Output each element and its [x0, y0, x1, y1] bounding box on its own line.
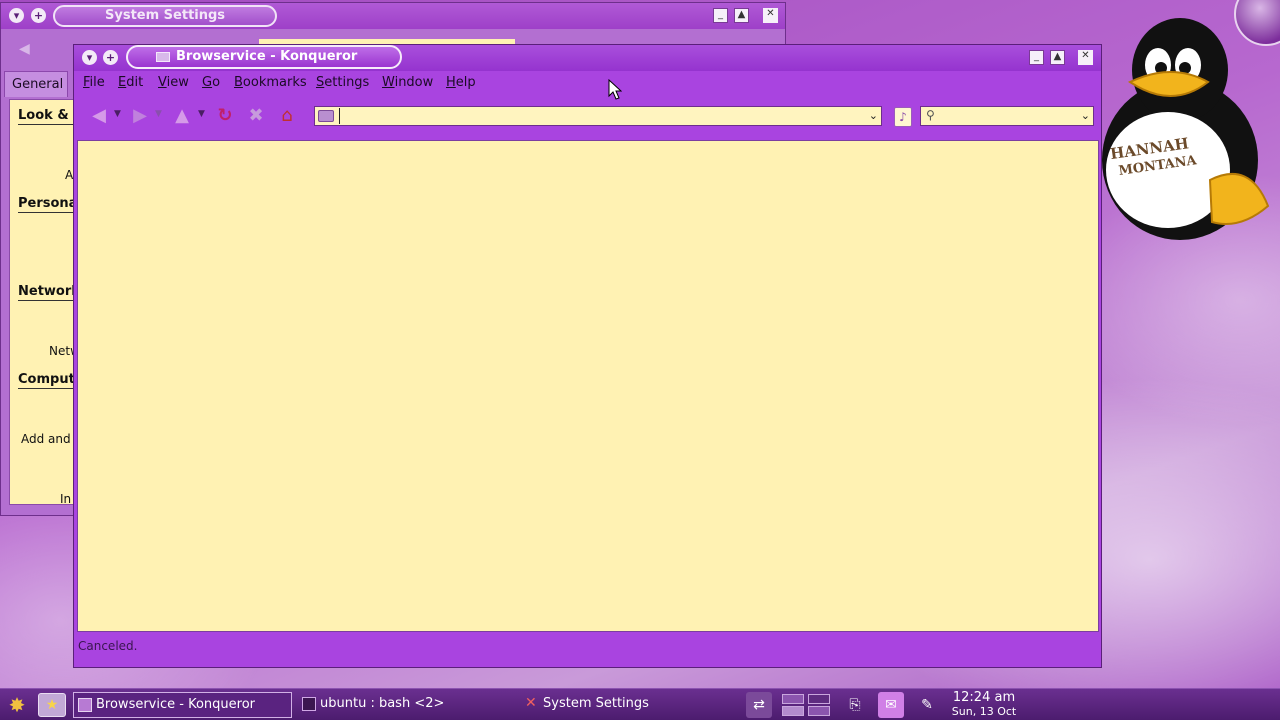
- menu-bar: File Edit View Go Bookmarks Settings Win…: [74, 71, 1101, 95]
- network-tray-icon[interactable]: ⇄: [746, 692, 772, 718]
- search-engine-chevron-icon[interactable]: ⌄: [1081, 109, 1090, 122]
- settings-item[interactable]: A: [65, 168, 73, 182]
- up-history-chevron-icon[interactable]: ▼: [198, 109, 205, 119]
- menu-file[interactable]: File: [83, 75, 105, 90]
- close-icon[interactable]: ✕: [1078, 50, 1093, 65]
- minimize-icon[interactable]: _: [1029, 50, 1044, 65]
- location-bar[interactable]: ⌄: [314, 106, 882, 126]
- sticky-icon[interactable]: +: [31, 8, 46, 23]
- close-icon[interactable]: ✕: [763, 8, 778, 23]
- file-manager-icon[interactable]: ★: [38, 693, 66, 717]
- mouse-cursor-icon: [608, 79, 622, 100]
- konqueror-title-pill: Browservice - Konqueror: [126, 45, 402, 69]
- settings-item[interactable]: Add and: [21, 432, 71, 446]
- clipboard-icon[interactable]: ⎘: [842, 692, 868, 718]
- settings-tools-icon: ✕: [525, 695, 537, 711]
- clock-time: 12:24 am: [952, 690, 1016, 705]
- settings-item[interactable]: In: [60, 492, 71, 504]
- location-input[interactable]: [339, 108, 859, 124]
- task-label: ubuntu : bash <2>: [320, 696, 445, 711]
- section-look-and-feel: Look & Feel: [18, 108, 74, 125]
- section-network: Network: [18, 284, 74, 301]
- system-settings-title: System Settings: [53, 5, 277, 27]
- konqueror-window[interactable]: ▾ + Browservice - Konqueror _ ▲ ✕ File E…: [73, 44, 1102, 668]
- desktop-pager[interactable]: [780, 692, 836, 718]
- back-arrow-icon[interactable]: ◀: [88, 105, 110, 127]
- back-arrow-icon[interactable]: ◀: [19, 41, 30, 57]
- location-type-icon: [318, 110, 334, 122]
- home-icon[interactable]: ⌂: [276, 105, 298, 127]
- task-terminal[interactable]: ubuntu : bash <2>: [298, 692, 508, 718]
- maximize-icon[interactable]: ▲: [734, 8, 749, 23]
- konqueror-title: Browservice - Konqueror: [176, 49, 358, 64]
- konqueror-titlebar[interactable]: ▾ + Browservice - Konqueror _ ▲ ✕: [74, 45, 1101, 71]
- menu-window[interactable]: Window: [382, 75, 433, 90]
- forward-history-chevron-icon[interactable]: ▼: [155, 109, 162, 119]
- menu-settings[interactable]: Settings: [316, 75, 369, 90]
- update-notifier-icon[interactable]: ✉: [878, 692, 904, 718]
- task-system-settings[interactable]: ✕ System Settings: [521, 692, 731, 718]
- location-dropdown-chevron-icon[interactable]: ⌄: [869, 109, 878, 122]
- minimize-icon[interactable]: _: [713, 8, 728, 23]
- reload-icon[interactable]: ↻: [214, 105, 236, 127]
- stop-icon[interactable]: ✖: [245, 105, 267, 127]
- taskbar: ✸ ★ Browservice - Konqueror ubuntu : bas…: [0, 688, 1280, 720]
- system-settings-titlebar[interactable]: ▾ + System Settings _ ▲ ✕: [1, 3, 785, 29]
- konqueror-task-icon: [78, 698, 92, 712]
- window-icon: [156, 52, 170, 62]
- menu-go[interactable]: Go: [202, 75, 220, 90]
- up-arrow-icon[interactable]: ▲: [171, 105, 193, 127]
- section-computer: Computer: [18, 372, 74, 389]
- maximize-icon[interactable]: ▲: [1050, 50, 1065, 65]
- tab-general[interactable]: General: [4, 71, 68, 97]
- sticky-icon[interactable]: +: [103, 50, 118, 65]
- kmenu-launcher-icon[interactable]: ✸: [2, 693, 32, 717]
- task-label: Browservice - Konqueror: [96, 697, 256, 712]
- clock-date: Sun, 13 Oct: [951, 705, 1017, 718]
- menu-help[interactable]: Help: [446, 75, 476, 90]
- task-konqueror[interactable]: Browservice - Konqueror: [73, 692, 292, 718]
- search-icon: ⚲: [926, 108, 935, 122]
- forward-arrow-icon[interactable]: ▶: [129, 105, 151, 127]
- section-personal: Personal: [18, 196, 74, 213]
- status-bar: Canceled.: [78, 639, 138, 653]
- removable-device-icon[interactable]: ✎: [914, 692, 940, 718]
- main-toolbar: ◀ ▼ ▶ ▼ ▲ ▼ ↻ ✖ ⌂ ⌄ ♪ ⚲ ⌄: [74, 95, 1101, 137]
- back-history-chevron-icon[interactable]: ▼: [114, 109, 121, 119]
- window-menu-icon[interactable]: ▾: [82, 50, 97, 65]
- menu-view[interactable]: View: [158, 75, 189, 90]
- settings-item[interactable]: Netw: [49, 344, 74, 358]
- search-bar[interactable]: ⚲ ⌄: [920, 106, 1094, 126]
- window-menu-icon[interactable]: ▾: [9, 8, 24, 23]
- settings-category-panel: Look & Feel A Personal Network Netw Comp…: [9, 99, 75, 505]
- clock[interactable]: 12:24 am Sun, 13 Oct: [944, 690, 1024, 719]
- web-view[interactable]: [77, 140, 1099, 632]
- clear-location-icon[interactable]: ♪: [894, 107, 912, 127]
- menu-bookmarks[interactable]: Bookmarks: [234, 75, 307, 90]
- menu-edit[interactable]: Edit: [118, 75, 143, 90]
- tux-mascot-image: HANNAH MONTANA: [1102, 18, 1270, 240]
- task-label: System Settings: [543, 696, 649, 711]
- terminal-icon: [302, 697, 316, 711]
